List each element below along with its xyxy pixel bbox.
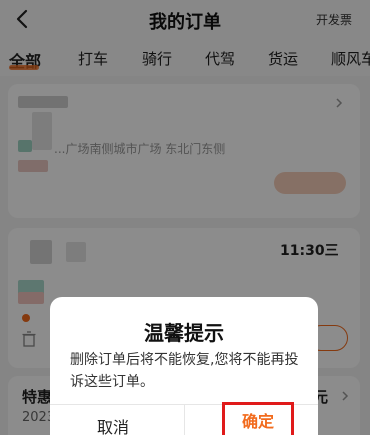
cancel-button[interactable]: 取消 [97,414,137,435]
dialog-title: 温馨提示 [144,321,224,345]
confirm-button[interactable]: 确定 [222,402,294,435]
orders-page: 我的订单 开发票 全部 打车 骑行 代驾 货运 顺风车 ...广场南侧城市广场 … [0,0,370,435]
dialog-message: 删除订单后将不能恢复,您将不能再投诉这些订单。 [70,352,299,390]
confirm-dialog: 温馨提示 删除订单后将不能恢复,您将不能再投诉这些订单。 取消 确定 [50,297,318,435]
divider [184,404,185,435]
